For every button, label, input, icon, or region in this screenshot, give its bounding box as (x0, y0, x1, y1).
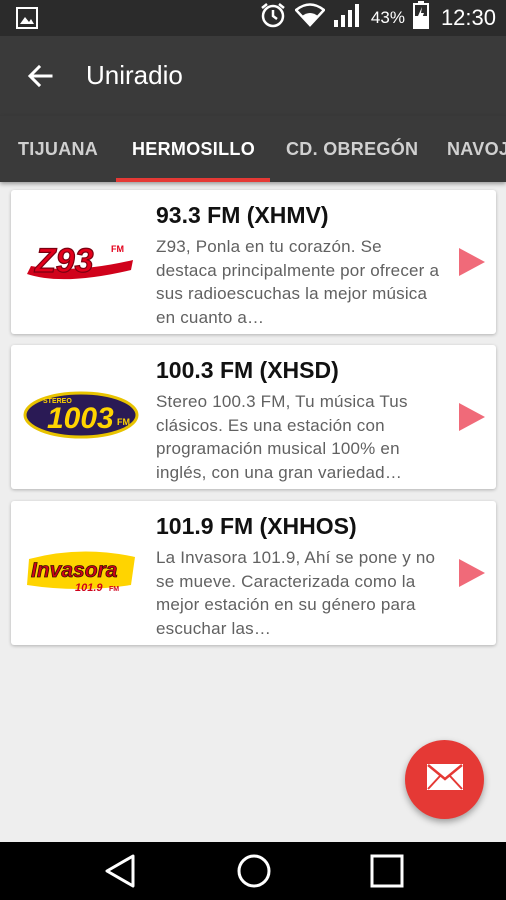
stereo-logo-suffix: FM (117, 417, 130, 427)
status-bar: 43% 12:30 (0, 0, 506, 36)
tab-hermosillo[interactable]: HERMOSILLO (132, 116, 255, 182)
nav-home-icon[interactable] (232, 850, 276, 892)
invasora-logo-sub: 101.9 (75, 582, 103, 594)
app-toolbar: Uniradio (0, 36, 506, 116)
battery-percent: 43% (370, 8, 405, 27)
station-description: Stereo 100.3 FM, Tu música Tus clásicos.… (156, 392, 408, 482)
play-icon[interactable] (457, 401, 487, 433)
invasora-logo: Invasora 101.9 FM (23, 541, 141, 601)
station-card[interactable]: Invasora 101.9 FM 101.9 FM (XHHOS) La In… (11, 501, 496, 645)
active-tab-indicator (116, 178, 270, 182)
z93-logo-suffix: FM (111, 244, 124, 254)
invasora-logo-text: Invasora (31, 559, 118, 582)
wifi-icon (294, 3, 326, 33)
z93-logo-text: Z93 (34, 242, 94, 280)
station-description: Z93, Ponla en tu corazón. Se destaca pri… (156, 237, 440, 327)
system-nav-bar (0, 842, 506, 900)
city-tabs: TIJUANA HERMOSILLO CD. OBREGÓN NAVOJOA (0, 116, 506, 182)
alarm-icon (259, 1, 287, 35)
image-icon (16, 7, 38, 34)
tab-cd-obregon[interactable]: CD. OBREGÓN (286, 116, 418, 182)
play-icon[interactable] (457, 246, 487, 278)
tab-tijuana[interactable]: TIJUANA (18, 116, 98, 182)
clock: 12:30 (440, 5, 496, 30)
signal-icon (333, 2, 363, 34)
station-frequency: 93.3 FM (XHMV) (156, 202, 329, 228)
z93-logo: Z93 FM (23, 230, 141, 290)
stereo-1003-logo: STEREO 1003 FM (23, 385, 141, 445)
station-card[interactable]: Z93 FM 93.3 FM (XHMV) Z93, Ponla en tu c… (11, 190, 496, 334)
app-title: Uniradio (86, 60, 183, 90)
invasora-logo-suffix: FM (109, 586, 119, 593)
station-frequency: 101.9 FM (XHHOS) (156, 513, 357, 539)
battery-charging-icon (412, 1, 429, 35)
tab-navojoa[interactable]: NAVOJOA (447, 116, 506, 182)
arrow-back-icon[interactable] (22, 58, 58, 94)
nav-back-icon[interactable] (98, 850, 142, 892)
station-card[interactable]: STEREO 1003 FM 100.3 FM (XHSD) Stereo 10… (11, 345, 496, 489)
mail-icon (426, 763, 464, 796)
stereo-logo-text: 1003 (47, 402, 114, 435)
station-description: La Invasora 101.9, Ahí se pone y no se m… (156, 548, 436, 638)
nav-recents-icon[interactable] (365, 850, 409, 892)
contact-fab-button[interactable] (405, 740, 484, 819)
station-frequency: 100.3 FM (XHSD) (156, 357, 339, 383)
play-icon[interactable] (457, 557, 487, 589)
